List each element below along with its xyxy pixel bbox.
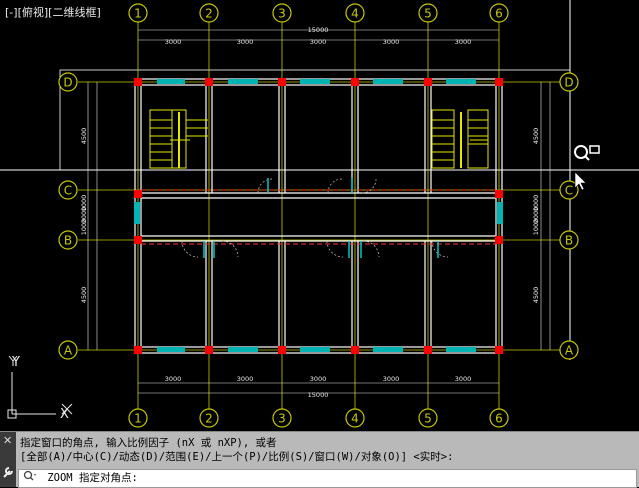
dim-right-3: 1000	[532, 219, 540, 236]
dim-bottom-3: 3000	[383, 375, 400, 383]
wrench-icon[interactable]	[2, 465, 14, 482]
axis-bubble-bottom-6: 6	[495, 412, 503, 426]
axis-bubbles-top: 1 2 3 4 5 6	[128, 3, 509, 23]
dim-bottom-1: 3000	[237, 375, 254, 383]
dim-bottom-total: 15000	[308, 391, 329, 399]
dim-right-0: 4500	[532, 128, 540, 145]
axis-bubble-right-A: A	[565, 344, 574, 358]
axis-bubble-top-2: 2	[205, 7, 213, 21]
command-input[interactable]: ZOOM 指定对角点:	[18, 469, 637, 488]
axis-bubble-top-4: 4	[351, 7, 359, 21]
dim-top-4: 3000	[455, 38, 472, 46]
command-line-handle[interactable]: ✕	[0, 432, 16, 487]
dim-bottom-2: 3000	[310, 375, 327, 383]
axis-bubble-bottom-1: 1	[134, 412, 142, 426]
axis-bubble-top-5: 5	[424, 7, 432, 21]
command-prompt: 指定对角点:	[78, 472, 138, 484]
history-line-2: [全部(A)/中心(C)/动态(D)/范围(E)/上一个(P)/比例(S)/窗口…	[20, 451, 454, 463]
dim-left-3: 1000	[80, 219, 88, 236]
dim-top-total: 15000	[308, 26, 329, 34]
axis-bubble-left-A: A	[64, 344, 73, 358]
dim-top-2: 3000	[310, 38, 327, 46]
axis-bubble-bottom-5: 5	[424, 412, 432, 426]
visual-style-label[interactable]: [二维线框]	[48, 6, 101, 19]
close-icon[interactable]: ✕	[3, 435, 12, 446]
axis-bubble-right-B: B	[565, 234, 573, 248]
view-label[interactable]: [俯视]	[18, 6, 49, 19]
dim-left-0: 4500	[80, 128, 88, 145]
axis-bubble-bottom-2: 2	[205, 412, 213, 426]
axis-bubbles-left: D C B A	[58, 72, 78, 360]
column-markers	[134, 78, 503, 354]
partition-walls	[205, 85, 432, 347]
axis-bubble-left-B: B	[64, 234, 72, 248]
axis-bubble-bottom-3: 3	[278, 412, 286, 426]
dim-left-4: 4500	[80, 287, 88, 304]
axis-bubble-right-D: D	[564, 76, 573, 90]
axis-bubble-top-1: 1	[134, 7, 142, 21]
drawing-viewport[interactable]: [-][俯视][二维线框] 1 2 3 4 5 6 1 2 3 4 5 6 D …	[0, 0, 639, 431]
history-line-1: 指定窗口的角点, 输入比例因子 (nX 或 nXP), 或者	[20, 437, 277, 449]
floor-plan-drawing[interactable]: 1 2 3 4 5 6 1 2 3 4 5 6 D C B A D C B A 3000 3000 3000 3000…	[0, 0, 639, 431]
dim-top-0: 3000	[165, 38, 182, 46]
axis-bubble-left-C: C	[64, 184, 72, 198]
viewport-menu[interactable]: [-]	[5, 6, 18, 19]
dim-top-1: 3000	[237, 38, 254, 46]
command-history: 指定窗口的角点, 输入比例因子 (nX 或 nXP), 或者 [全部(A)/中心(…	[20, 436, 453, 464]
command-line-panel: ✕ 指定窗口的角点, 输入比例因子 (nX 或 nXP), 或者 [全部(A)/中…	[0, 431, 639, 488]
zoom-cursor-icon	[574, 145, 600, 191]
dim-bottom-0: 3000	[165, 375, 182, 383]
axis-bubble-top-6: 6	[495, 7, 503, 21]
axis-bubbles-bottom: 1 2 3 4 5 6	[128, 408, 509, 428]
zoom-icon[interactable]	[23, 470, 43, 484]
axis-bubbles-right: DCBA	[559, 72, 579, 360]
door-swings	[181, 178, 449, 258]
dim-bottom-4: 3000	[455, 375, 472, 383]
dim-right-4: 4500	[532, 287, 540, 304]
axis-bubble-left-D: D	[63, 76, 72, 90]
stair-left	[149, 109, 208, 169]
axis-bubble-top-3: 3	[278, 7, 286, 21]
stair-right	[431, 109, 489, 169]
viewport-controls[interactable]: [-][俯视][二维线框]	[3, 3, 103, 21]
command-name: ZOOM	[47, 472, 73, 484]
dim-top-3: 3000	[383, 38, 400, 46]
axis-bubble-bottom-4: 4	[351, 412, 359, 426]
corridor-walls	[141, 192, 496, 242]
